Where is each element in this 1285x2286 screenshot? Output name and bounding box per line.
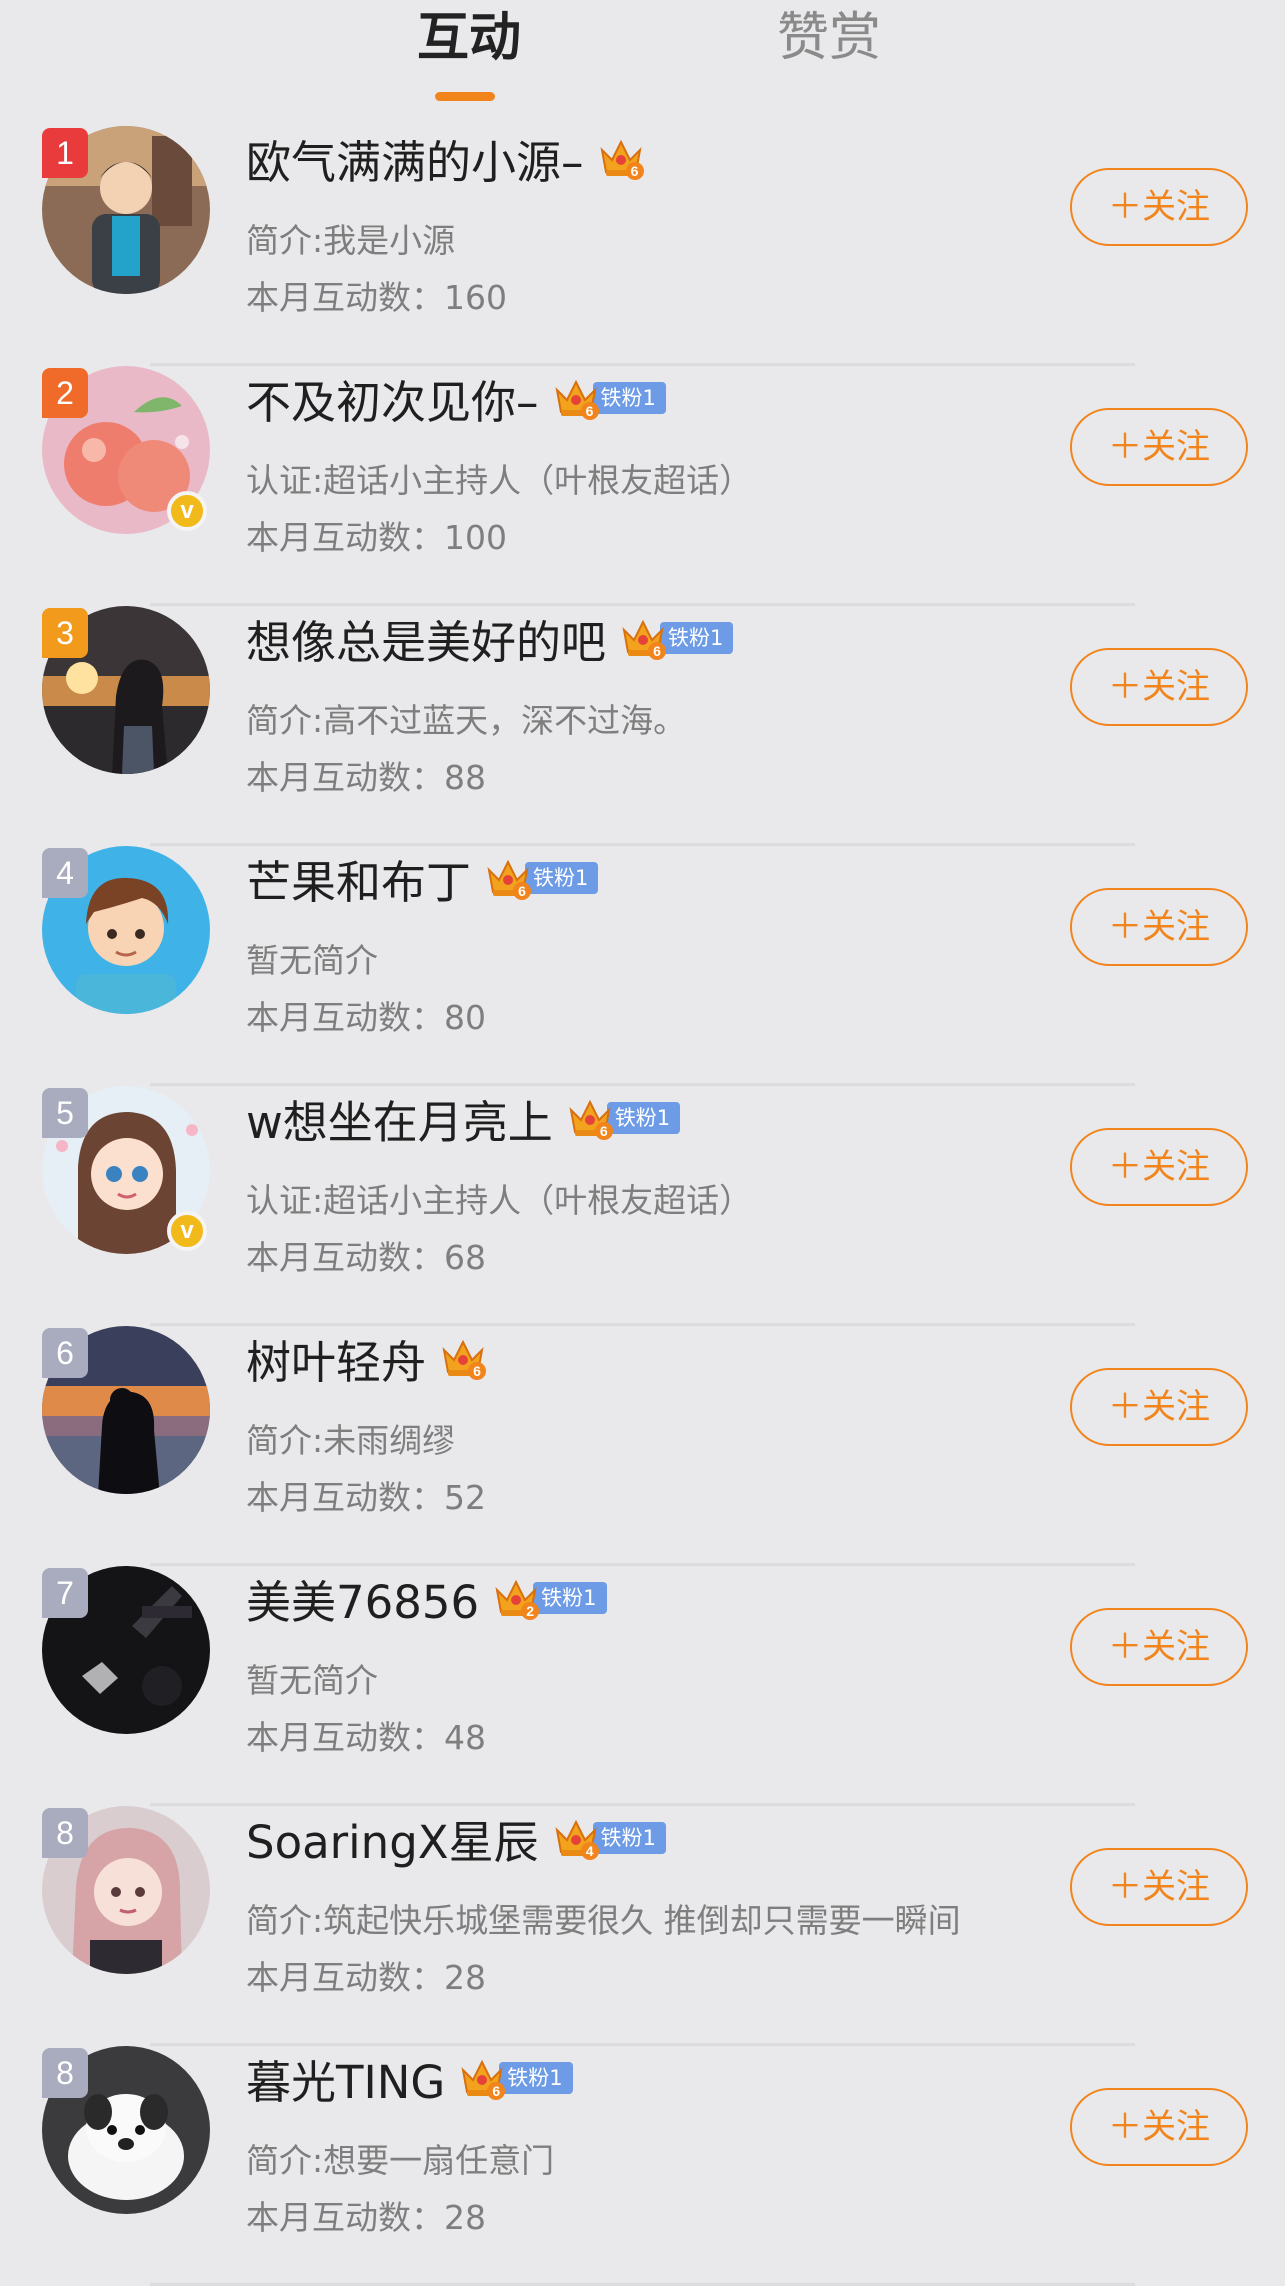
monthly-interaction-count: 本月互动数：48 (246, 1718, 486, 1757)
user-intro: 认证:超话小主持人（叶根友超话） (246, 461, 753, 500)
active-tab-indicator (435, 92, 495, 101)
user-row[interactable]: 7 美美76856 2 铁粉1 暂无简介本月互动数：48 ＋关注 (0, 1566, 1285, 1806)
user-name[interactable]: 芒果和布丁 (246, 846, 471, 911)
follow-button[interactable]: ＋关注 (1070, 888, 1248, 966)
interaction-ranking-list: 1 欧气满满的小源– 6 简介:我是小源 本月互动数：160 ＋关注 2 v 不及初次见你– 6 铁… (0, 126, 1285, 2286)
user-name[interactable]: 想像总是美好的吧 (246, 606, 606, 671)
crown-icon: 6 (459, 2056, 506, 2100)
user-intro: 简介:想要一扇任意门 (246, 2141, 555, 2180)
user-intro: 简介:筑起快乐城堡需要很久 推倒却只需要一瞬间 (246, 1901, 961, 1940)
follow-button[interactable]: ＋关注 (1070, 1368, 1248, 1446)
follow-button[interactable]: ＋关注 (1070, 1848, 1248, 1926)
crown-level: 4 (580, 1842, 599, 1860)
user-row[interactable]: 2 v 不及初次见你– 6 铁粉1 认证:超话小主持人（叶根友超话） 本月互动数：100 ＋关… (0, 366, 1285, 606)
crown-level: 6 (513, 882, 532, 900)
rank-badge: 2 (42, 368, 88, 418)
fan-level-tag: 铁粉1 (660, 622, 734, 654)
user-name[interactable]: 欧气满满的小源– (246, 126, 584, 191)
verified-badge-icon: v (167, 491, 207, 531)
user-name[interactable]: SoaringX星辰 (246, 1806, 539, 1871)
name-line: 暮光TING 6 铁粉1 (246, 2046, 573, 2111)
crown-icon: 6 (567, 1096, 613, 1140)
crown-level: 6 (625, 162, 644, 180)
name-line: 芒果和布丁 6 铁粉1 (246, 846, 599, 911)
fan-level-tag: 铁粉1 (606, 1102, 681, 1134)
monthly-interaction-count: 本月互动数：28 (246, 2198, 486, 2237)
user-intro: 认证:超话小主持人（叶根友超话） (246, 1181, 753, 1220)
crown-icon: 6 (440, 1336, 487, 1380)
fan-level-tag: 铁粉1 (499, 2062, 573, 2094)
monthly-interaction-count: 本月互动数：28 (246, 1958, 486, 1997)
verified-badge-icon: v (167, 1211, 207, 1251)
crown-level: 6 (648, 642, 667, 660)
tab-interaction[interactable]: 互动 (417, 6, 521, 70)
user-name[interactable]: 美美76856 (246, 1566, 479, 1631)
user-name[interactable]: 暮光TING (246, 2046, 445, 2111)
user-intro: 暂无简介 (246, 1661, 378, 1700)
rank-badge: 3 (42, 608, 88, 658)
rank-badge: 8 (42, 1808, 88, 1858)
follow-button[interactable]: ＋关注 (1070, 168, 1248, 246)
user-name[interactable]: w想坐在月亮上 (246, 1086, 553, 1151)
user-name[interactable]: 树叶轻舟 (246, 1326, 426, 1391)
user-row[interactable]: 8 暮光TING 6 铁粉1 简介:想要一扇任意门 本月互动数：28 ＋关注 (0, 2046, 1285, 2286)
user-intro: 简介:未雨绸缪 (246, 1421, 456, 1460)
crown-icon: 6 (620, 616, 667, 660)
rank-badge: 5 (42, 1088, 88, 1138)
rank-badge: 4 (42, 848, 88, 898)
name-line: 美美76856 2 铁粉1 (246, 1566, 607, 1631)
user-intro: 暂无简介 (246, 941, 378, 980)
name-line: 欧气满满的小源– 6 (246, 126, 644, 191)
follow-button[interactable]: ＋关注 (1070, 1608, 1248, 1686)
user-row[interactable]: 3 想像总是美好的吧 6 铁粉1 简介:高不过蓝天，深不过海。 本月互动数：88 ＋关注 (0, 606, 1285, 846)
crown-icon: 4 (553, 1816, 599, 1860)
name-line: SoaringX星辰 4 铁粉1 (246, 1806, 666, 1871)
fan-level-tag: 铁粉1 (592, 382, 666, 414)
crown-icon: 6 (485, 856, 532, 900)
follow-button[interactable]: ＋关注 (1070, 2088, 1248, 2166)
monthly-interaction-count: 本月互动数：52 (246, 1478, 486, 1517)
user-row[interactable]: 8 SoaringX星辰 4 铁粉1 简介:筑起快乐城堡需要很久 推倒却只需要一瞬间 本月… (0, 1806, 1285, 2046)
tab-bar: 互动 赞赏 (0, 0, 1285, 126)
fan-level-tag: 铁粉1 (533, 1582, 607, 1614)
user-row[interactable]: 1 欧气满满的小源– 6 简介:我是小源本月互动数：160 ＋关注 (0, 126, 1285, 366)
crown-level: 6 (468, 1362, 487, 1380)
user-name[interactable]: 不及初次见你– (246, 366, 539, 431)
crown-level: 6 (594, 1122, 613, 1140)
fan-level-tag: 铁粉1 (592, 1822, 666, 1854)
crown-icon: 6 (598, 136, 644, 180)
fan-level-tag: 铁粉1 (525, 862, 599, 894)
monthly-interaction-count: 本月互动数：88 (246, 758, 486, 797)
name-line: w想坐在月亮上 6 铁粉1 (246, 1086, 681, 1151)
crown-level: 6 (580, 402, 599, 420)
user-intro: 简介:高不过蓝天，深不过海。 (246, 701, 687, 740)
user-intro: 简介:我是小源 (246, 221, 456, 260)
rank-badge: 1 (42, 128, 88, 178)
tab-appreciation[interactable]: 赞赏 (777, 6, 881, 70)
monthly-interaction-count: 本月互动数：160 (246, 278, 507, 317)
follow-button[interactable]: ＋关注 (1070, 408, 1248, 486)
monthly-interaction-count: 本月互动数：68 (246, 1238, 486, 1277)
name-line: 不及初次见你– 6 铁粉1 (246, 366, 666, 431)
rank-badge: 6 (42, 1328, 88, 1378)
user-row[interactable]: 4 芒果和布丁 6 铁粉1 暂无简介本月互动数：80 ＋关注 (0, 846, 1285, 1086)
follow-button[interactable]: ＋关注 (1070, 1128, 1248, 1206)
crown-icon: 6 (553, 376, 599, 420)
rank-badge: 7 (42, 1568, 88, 1618)
monthly-interaction-count: 本月互动数：80 (246, 998, 486, 1037)
rank-badge: 8 (42, 2048, 88, 2098)
crown-icon: 2 (493, 1576, 540, 1620)
name-line: 树叶轻舟 6 (246, 1326, 487, 1391)
name-line: 想像总是美好的吧 6 铁粉1 (246, 606, 734, 671)
monthly-interaction-count: 本月互动数：100 (246, 518, 507, 557)
user-row[interactable]: 6 树叶轻舟 6 简介:未雨绸缪 本月互动数：52 ＋关注 (0, 1326, 1285, 1566)
follow-button[interactable]: ＋关注 (1070, 648, 1248, 726)
user-row[interactable]: 5 v w想坐在月亮上 6 铁粉1 认证:超话小主持人（叶根友超话） 本月互动数：68 ＋关注 (0, 1086, 1285, 1326)
